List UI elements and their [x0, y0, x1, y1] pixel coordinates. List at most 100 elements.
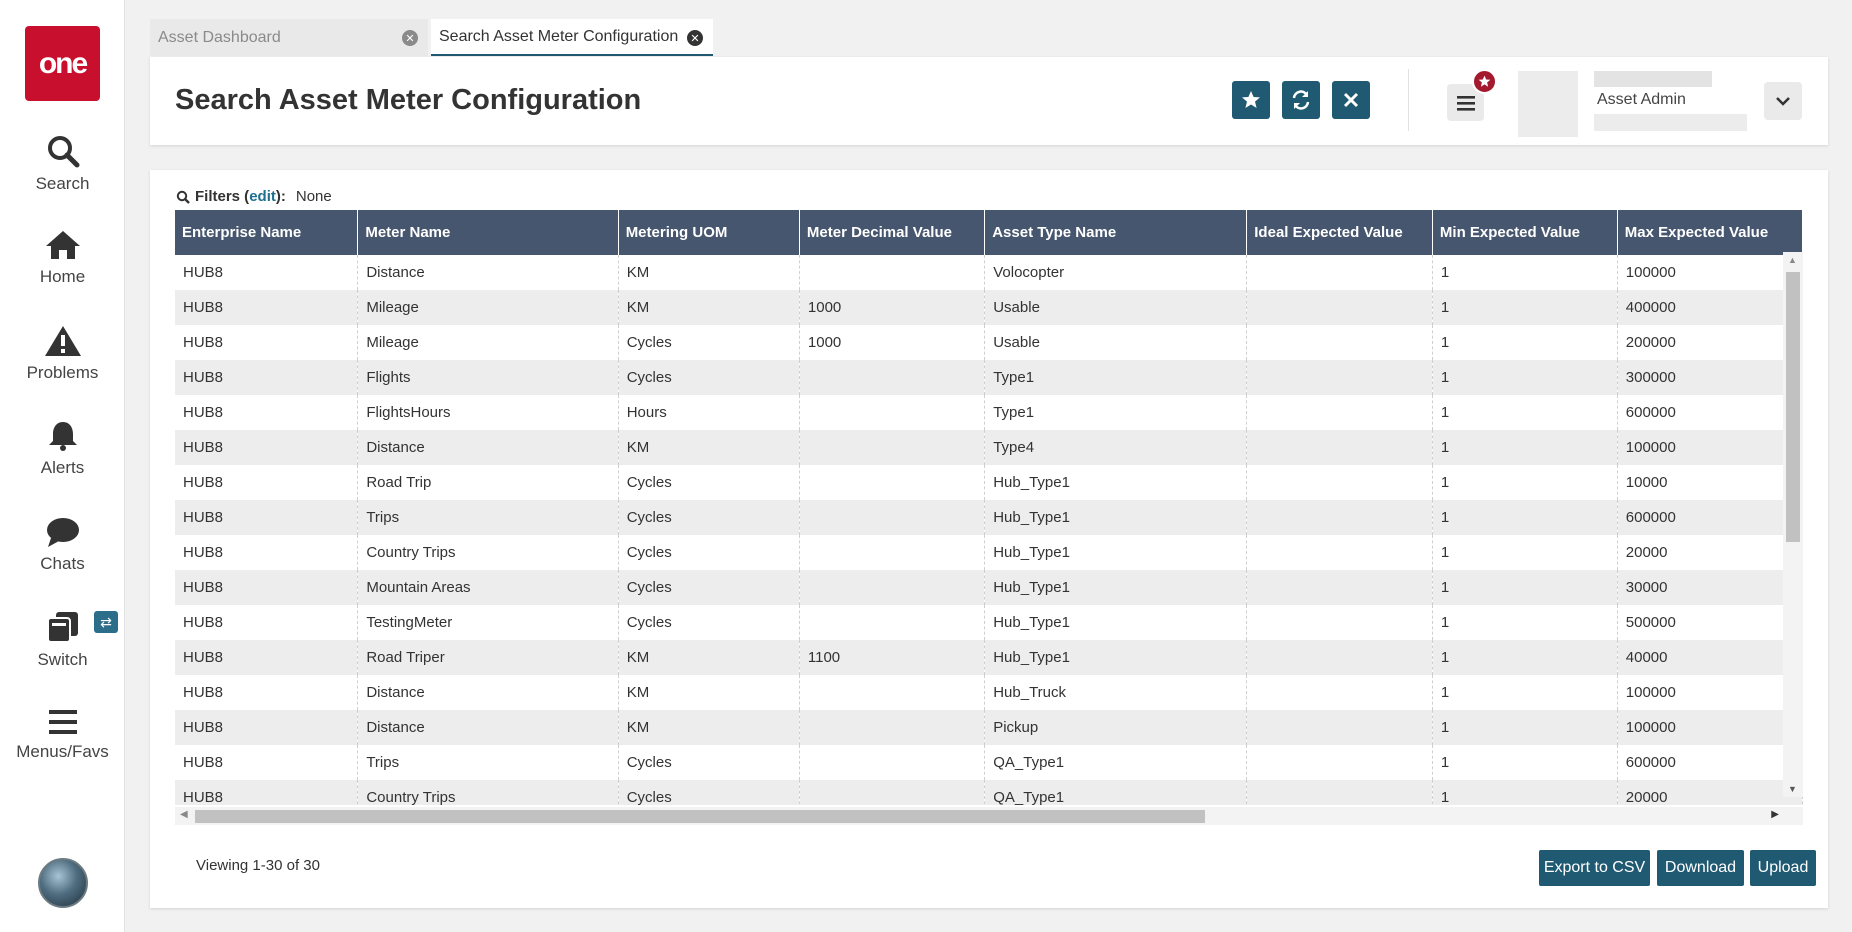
close-icon[interactable]: ✕ [687, 30, 703, 46]
table-cell: Trips [357, 745, 619, 780]
table-cell [799, 255, 986, 290]
filters-value: None [295, 188, 332, 205]
tab-search-asset-meter-configuration[interactable]: Search Asset Meter Configuration ✕ [431, 19, 713, 56]
column-header[interactable]: Ideal Expected Value [1246, 210, 1433, 255]
table-cell: HUB8 [175, 255, 359, 290]
table-cell: Cycles [618, 325, 800, 360]
table-cell: Pickup [984, 710, 1248, 745]
horizontal-scrollbar[interactable]: ◀ ▶ [175, 807, 1803, 825]
star-icon [1478, 75, 1491, 87]
table-cell: 100000 [1617, 710, 1803, 745]
table-cell [1246, 710, 1433, 745]
table-cell: Hours [618, 395, 800, 430]
table-row[interactable]: HUB8 Mileage Cycles 1000 Usable 1 200000 [175, 325, 1803, 360]
switch-badge-icon[interactable]: ⇄ [94, 611, 118, 633]
edit-filters-link[interactable]: edit [249, 188, 276, 205]
favorites-badge[interactable] [1472, 69, 1497, 94]
table-cell: KM [618, 710, 800, 745]
table-row[interactable]: HUB8 Distance KM Pickup 1 100000 [175, 710, 1803, 745]
column-header[interactable]: Enterprise Name [175, 210, 359, 255]
close-icon[interactable]: ✕ [402, 30, 418, 46]
vertical-scrollbar[interactable]: ▲ ▼ [1783, 252, 1803, 797]
table-cell: Country Trips [357, 780, 619, 805]
table-cell [799, 745, 986, 780]
table-cell: HUB8 [175, 570, 359, 605]
table-row[interactable]: HUB8 Mountain Areas Cycles Hub_Type1 1 30000 [175, 570, 1803, 605]
table-cell: 20000 [1617, 780, 1803, 805]
table-cell [799, 535, 986, 570]
table-row[interactable]: HUB8 Distance KM Volocopter 1 100000 [175, 255, 1803, 290]
nav-menus[interactable]: Menus/Favs [0, 708, 125, 762]
table-cell: 1 [1432, 395, 1618, 430]
table-cell: Hub_Type1 [984, 605, 1248, 640]
table-cell: 1000 [799, 290, 986, 325]
table-cell: HUB8 [175, 745, 359, 780]
download-button[interactable]: Download [1657, 850, 1744, 886]
column-header[interactable]: Min Expected Value [1432, 210, 1618, 255]
table-row[interactable]: HUB8 Trips Cycles QA_Type1 1 600000 [175, 745, 1803, 780]
scroll-thumb[interactable] [1786, 272, 1800, 542]
table-row[interactable]: HUB8 Road Triper KM 1100 Hub_Type1 1 40000 [175, 640, 1803, 675]
upload-button[interactable]: Upload [1750, 850, 1816, 886]
column-header[interactable]: Meter Name [357, 210, 619, 255]
user-avatar[interactable] [1518, 71, 1578, 137]
table-cell: 1 [1432, 780, 1618, 805]
scroll-down-icon[interactable]: ▼ [1788, 784, 1797, 794]
nav-home[interactable]: Home [0, 229, 125, 287]
table-row[interactable]: HUB8 Country Trips Cycles Hub_Type1 1 20000 [175, 535, 1803, 570]
scroll-thumb[interactable] [195, 810, 1205, 823]
table-row[interactable]: HUB8 Flights Cycles Type1 1 300000 [175, 360, 1803, 395]
nav-home-label: Home [39, 267, 86, 286]
table-cell: Distance [357, 430, 619, 465]
scroll-up-icon[interactable]: ▲ [1788, 255, 1797, 265]
table-cell [799, 675, 986, 710]
table-row[interactable]: HUB8 Distance KM Type4 1 100000 [175, 430, 1803, 465]
column-header[interactable]: Asset Type Name [984, 210, 1248, 255]
nav-alerts[interactable]: Alerts [0, 420, 125, 478]
table-row[interactable]: HUB8 Distance KM Hub_Truck 1 100000 [175, 675, 1803, 710]
search-icon [176, 190, 190, 204]
table-cell: HUB8 [175, 325, 359, 360]
table-cell [1246, 290, 1433, 325]
scroll-left-icon[interactable]: ◀ [180, 809, 188, 820]
tab-asset-dashboard[interactable]: Asset Dashboard ✕ [150, 19, 428, 56]
user-name: Asset Admin [1597, 91, 1686, 108]
table-cell: Hub_Truck [984, 675, 1248, 710]
table-cell: Cycles [618, 360, 800, 395]
table-row[interactable]: HUB8 TestingMeter Cycles Hub_Type1 1 500000 [175, 605, 1803, 640]
table-row[interactable]: HUB8 Trips Cycles Hub_Type1 1 600000 [175, 500, 1803, 535]
table-row[interactable]: HUB8 FlightsHours Hours Type1 1 600000 [175, 395, 1803, 430]
column-header[interactable]: Max Expected Value [1617, 210, 1803, 255]
nav-chats[interactable]: Chats [0, 516, 125, 574]
user-info-placeholder [1594, 71, 1712, 87]
sidebar: one Search Home Problems Alerts Chats Sw… [0, 0, 125, 932]
nav-switch-label: Switch [37, 650, 88, 669]
table-row[interactable]: HUB8 Country Trips Cycles QA_Type1 1 20000 [175, 780, 1803, 805]
nav-search-label: Search [35, 174, 90, 193]
table-cell: 100000 [1617, 255, 1803, 290]
table-cell: HUB8 [175, 605, 359, 640]
table-cell [1246, 535, 1433, 570]
favorite-button[interactable] [1232, 81, 1270, 119]
table-cell: Mileage [357, 290, 619, 325]
table-cell: 200000 [1617, 325, 1803, 360]
table-cell: HUB8 [175, 500, 359, 535]
column-header[interactable]: Meter Decimal Value [799, 210, 986, 255]
table-cell: 1 [1432, 640, 1618, 675]
export-csv-button[interactable]: Export to CSV [1539, 850, 1650, 886]
nav-search[interactable]: Search [0, 134, 125, 194]
column-header[interactable]: Metering UOM [618, 210, 800, 255]
user-menu-dropdown[interactable] [1764, 82, 1802, 120]
table-cell: Cycles [618, 780, 800, 805]
user-avatar-bottom[interactable] [38, 858, 88, 908]
scroll-right-icon[interactable]: ▶ [1771, 809, 1779, 820]
table-row[interactable]: HUB8 Road Trip Cycles Hub_Type1 1 10000 [175, 465, 1803, 500]
table-row[interactable]: HUB8 Mileage KM 1000 Usable 1 400000 [175, 290, 1803, 325]
nav-problems[interactable]: Problems [0, 325, 125, 383]
close-page-button[interactable] [1332, 81, 1370, 119]
table-cell [799, 500, 986, 535]
bell-icon [48, 422, 77, 451]
refresh-button[interactable] [1282, 81, 1320, 119]
app-logo[interactable]: one [25, 26, 100, 101]
table-cell: Cycles [618, 465, 800, 500]
